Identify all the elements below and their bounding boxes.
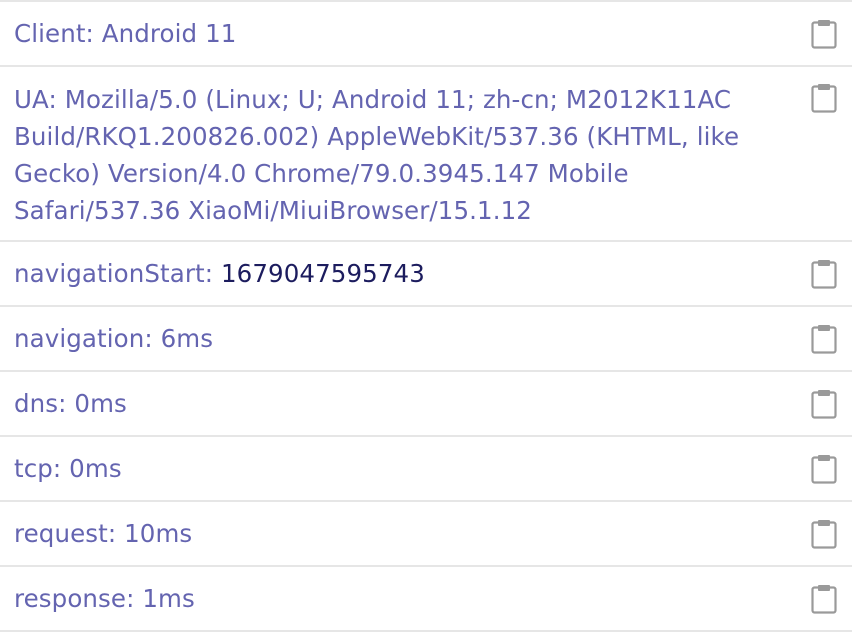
row-label: Client:	[14, 19, 102, 48]
row-text: request: 10ms	[14, 515, 192, 552]
row-value: 1679047595743	[220, 259, 425, 288]
row-label: navigation:	[14, 324, 161, 353]
row-label: request:	[14, 519, 125, 548]
list-item-response: response: 1ms	[0, 567, 852, 632]
copy-button[interactable]	[811, 259, 837, 289]
row-value: 0ms	[69, 454, 122, 483]
row-text: Client: Android 11	[14, 15, 236, 52]
clipboard-icon	[811, 520, 837, 549]
row-value: 1ms	[142, 584, 195, 613]
list-item-navigation: navigation: 6ms	[0, 307, 852, 372]
copy-button[interactable]	[811, 389, 837, 419]
clipboard-icon	[811, 260, 837, 289]
row-text: response: 1ms	[14, 580, 195, 617]
row-value: 0ms	[74, 389, 127, 418]
row-label: response:	[14, 584, 143, 613]
row-label: navigationStart:	[14, 259, 221, 288]
list-item-client: Client: Android 11	[0, 2, 852, 67]
copy-button[interactable]	[811, 519, 837, 549]
copy-button[interactable]	[811, 454, 837, 484]
list-item-navigation-start: navigationStart: 1679047595743	[0, 242, 852, 307]
copy-button[interactable]	[811, 584, 837, 614]
clipboard-icon	[811, 585, 837, 614]
list-item-tcp: tcp: 0ms	[0, 437, 852, 502]
clipboard-icon	[811, 325, 837, 354]
row-text: UA: Mozilla/5.0 (Linux; U; Android 11; z…	[14, 81, 782, 229]
copy-button[interactable]	[811, 83, 837, 113]
list-item-dns: dns: 0ms	[0, 372, 852, 437]
row-value: Android 11	[101, 19, 237, 48]
row-text: navigation: 6ms	[14, 320, 213, 357]
row-label: UA:	[14, 85, 65, 114]
row-text: dns: 0ms	[14, 385, 127, 422]
clipboard-icon	[811, 20, 837, 49]
row-text: navigationStart: 1679047595743	[14, 255, 425, 292]
row-label: dns:	[14, 389, 75, 418]
copy-button[interactable]	[811, 19, 837, 49]
list-item-ua: UA: Mozilla/5.0 (Linux; U; Android 11; z…	[0, 67, 852, 242]
performance-info-list: Client: Android 11 UA: Mozilla/5.0 (Linu…	[0, 0, 852, 632]
row-value: 10ms	[124, 519, 193, 548]
row-value: Mozilla/5.0 (Linux; U; Android 11; zh-cn…	[14, 85, 740, 225]
list-item-request: request: 10ms	[0, 502, 852, 567]
clipboard-icon	[811, 455, 837, 484]
clipboard-icon	[811, 390, 837, 419]
row-text: tcp: 0ms	[14, 450, 122, 487]
row-value: 6ms	[160, 324, 214, 353]
copy-button[interactable]	[811, 324, 837, 354]
row-label: tcp:	[14, 454, 70, 483]
clipboard-icon	[811, 84, 837, 113]
